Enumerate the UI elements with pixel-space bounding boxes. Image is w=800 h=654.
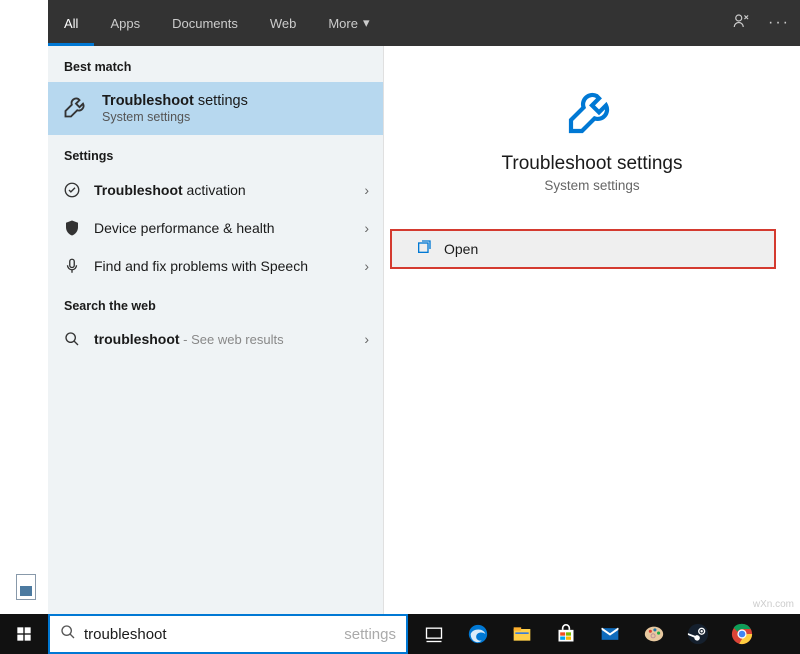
- paint-icon[interactable]: [632, 614, 676, 654]
- search-icon: [62, 331, 82, 347]
- web-search-item[interactable]: troubleshoot - See web results ›: [48, 321, 383, 357]
- edge-icon[interactable]: [456, 614, 500, 654]
- microphone-icon: [62, 257, 82, 275]
- open-button[interactable]: Open: [390, 229, 776, 269]
- open-icon: [416, 239, 432, 259]
- search-ghost-text: settings: [344, 626, 396, 643]
- chevron-right-icon: ›: [364, 331, 369, 347]
- search-icon: [60, 624, 76, 645]
- open-label: Open: [444, 241, 478, 257]
- store-icon[interactable]: [544, 614, 588, 654]
- search-tabs: All Apps Documents Web More ▾ ···: [48, 0, 800, 46]
- wrench-icon: [62, 92, 90, 125]
- preview-subtitle: System settings: [384, 178, 800, 193]
- shield-icon: [62, 219, 82, 237]
- taskbar: settings: [0, 614, 800, 654]
- tab-more[interactable]: More ▾: [312, 0, 385, 46]
- desktop-left-strip: [0, 0, 48, 614]
- mail-icon[interactable]: [588, 614, 632, 654]
- chevron-right-icon: ›: [364, 182, 369, 198]
- chevron-down-icon: ▾: [363, 15, 370, 31]
- best-match-title: Troubleshoot settings: [102, 93, 248, 109]
- settings-header: Settings: [48, 135, 383, 171]
- taskbar-apps: [412, 614, 764, 654]
- feedback-icon[interactable]: [732, 12, 750, 35]
- search-web-header: Search the web: [48, 285, 383, 321]
- best-match-header: Best match: [48, 46, 383, 82]
- more-icon[interactable]: ···: [768, 14, 790, 32]
- best-match-subtitle: System settings: [102, 110, 248, 124]
- desktop-file-icon[interactable]: [16, 574, 36, 600]
- tab-apps[interactable]: Apps: [94, 0, 156, 46]
- best-match-item[interactable]: Troubleshoot settings System settings: [48, 82, 383, 135]
- chrome-icon[interactable]: [720, 614, 764, 654]
- web-search-label: troubleshoot - See web results: [94, 331, 352, 347]
- settings-item-health[interactable]: Device performance & health ›: [48, 209, 383, 247]
- settings-item-activation[interactable]: Troubleshoot activation ›: [48, 171, 383, 209]
- settings-item-label: Device performance & health: [94, 220, 352, 236]
- file-explorer-icon[interactable]: [500, 614, 544, 654]
- search-input[interactable]: [84, 626, 340, 643]
- chevron-right-icon: ›: [364, 220, 369, 236]
- settings-item-label: Troubleshoot activation: [94, 182, 352, 198]
- watermark: wXn.com: [753, 599, 794, 610]
- check-circle-icon: [62, 181, 82, 199]
- settings-item-speech[interactable]: Find and fix problems with Speech ›: [48, 247, 383, 285]
- task-view-icon[interactable]: [412, 614, 456, 654]
- tab-web[interactable]: Web: [254, 0, 313, 46]
- search-results-panel: Best match Troubleshoot settings System …: [48, 46, 384, 614]
- preview-panel: Troubleshoot settings System settings Op…: [384, 46, 800, 614]
- tab-documents[interactable]: Documents: [156, 0, 254, 46]
- steam-icon[interactable]: [676, 614, 720, 654]
- settings-item-label: Find and fix problems with Speech: [94, 258, 352, 274]
- start-button[interactable]: [0, 614, 48, 654]
- tab-all[interactable]: All: [48, 0, 94, 46]
- chevron-right-icon: ›: [364, 258, 369, 274]
- wrench-icon: [564, 125, 620, 142]
- taskbar-search[interactable]: settings: [48, 614, 408, 654]
- preview-title: Troubleshoot settings: [384, 153, 800, 175]
